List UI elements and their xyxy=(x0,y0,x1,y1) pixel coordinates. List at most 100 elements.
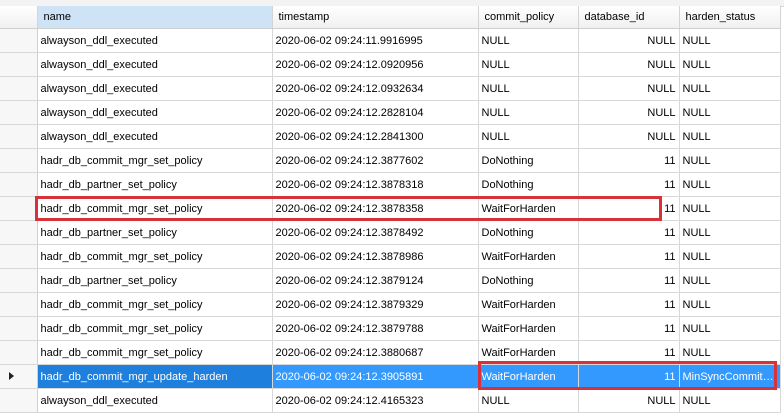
table-row[interactable]: hadr_db_commit_mgr_set_policy 2020-06-02 … xyxy=(0,244,781,269)
cell-commit-policy[interactable]: WaitForHarden xyxy=(478,364,579,389)
row-selector[interactable] xyxy=(0,316,38,341)
cell-database-id[interactable]: 11 xyxy=(578,172,680,197)
column-header-database-id[interactable]: database_id xyxy=(578,6,680,29)
cell-harden-status[interactable]: NULL xyxy=(679,244,781,269)
cell-timestamp[interactable]: 2020-06-02 09:24:12.3905891 xyxy=(272,364,479,389)
cell-name[interactable]: alwayson_ddl_executed xyxy=(37,52,273,77)
table-row[interactable]: hadr_db_commit_mgr_set_policy 2020-06-02 … xyxy=(0,316,781,341)
cell-name[interactable]: alwayson_ddl_executed xyxy=(37,124,273,149)
table-row[interactable]: alwayson_ddl_executed 2020-06-02 09:24:12… xyxy=(0,388,781,413)
select-all-corner[interactable] xyxy=(0,6,38,29)
cell-timestamp[interactable]: 2020-06-02 09:24:12.3877602 xyxy=(272,148,479,173)
cell-commit-policy[interactable]: NULL xyxy=(478,28,579,53)
cell-timestamp[interactable]: 2020-06-02 09:24:12.3878358 xyxy=(272,196,479,221)
cell-timestamp[interactable]: 2020-06-02 09:24:12.3879124 xyxy=(272,268,479,293)
cell-database-id[interactable]: 11 xyxy=(578,292,680,317)
table-row[interactable]: hadr_db_partner_set_policy 2020-06-02 09:… xyxy=(0,268,781,293)
cell-timestamp[interactable]: 2020-06-02 09:24:12.3879329 xyxy=(272,292,479,317)
row-selector[interactable] xyxy=(0,76,38,101)
cell-harden-status[interactable]: NULL xyxy=(679,388,781,413)
cell-name[interactable]: hadr_db_commit_mgr_set_policy xyxy=(37,316,273,341)
cell-commit-policy[interactable]: NULL xyxy=(478,76,579,101)
table-row[interactable]: hadr_db_commit_mgr_set_policy 2020-06-02 … xyxy=(0,292,781,317)
table-row[interactable]: hadr_db_commit_mgr_set_policy 2020-06-02 … xyxy=(0,148,781,173)
cell-name[interactable]: hadr_db_partner_set_policy xyxy=(37,172,273,197)
cell-harden-status[interactable]: NULL xyxy=(679,148,781,173)
cell-timestamp[interactable]: 2020-06-02 09:24:12.3879788 xyxy=(272,316,479,341)
row-selector[interactable] xyxy=(0,292,38,317)
cell-database-id[interactable]: 11 xyxy=(578,364,680,389)
cell-commit-policy[interactable]: WaitForHarden xyxy=(478,244,579,269)
column-header-name[interactable]: name xyxy=(37,6,273,29)
cell-harden-status[interactable]: NULL xyxy=(679,316,781,341)
column-header-harden-status[interactable]: harden_status xyxy=(679,6,781,29)
cell-commit-policy[interactable]: NULL xyxy=(478,52,579,77)
row-selector[interactable] xyxy=(0,196,38,221)
cell-timestamp[interactable]: 2020-06-02 09:24:12.4165323 xyxy=(272,388,479,413)
cell-database-id[interactable]: 11 xyxy=(578,196,680,221)
cell-timestamp[interactable]: 2020-06-02 09:24:12.3878492 xyxy=(272,220,479,245)
cell-commit-policy[interactable]: DoNothing xyxy=(478,172,579,197)
row-selector[interactable] xyxy=(0,340,38,365)
cell-database-id[interactable]: NULL xyxy=(578,124,680,149)
cell-harden-status[interactable]: NULL xyxy=(679,76,781,101)
cell-timestamp[interactable]: 2020-06-02 09:24:12.2828104 xyxy=(272,100,479,125)
cell-commit-policy[interactable]: WaitForHarden xyxy=(478,196,579,221)
cell-commit-policy[interactable]: WaitForHarden xyxy=(478,316,579,341)
cell-harden-status[interactable]: NULL xyxy=(679,52,781,77)
table-row[interactable]: hadr_db_partner_set_policy 2020-06-02 09:… xyxy=(0,172,781,197)
cell-timestamp[interactable]: 2020-06-02 09:24:12.0932634 xyxy=(272,76,479,101)
cell-database-id[interactable]: 11 xyxy=(578,148,680,173)
row-selector[interactable] xyxy=(0,268,38,293)
results-grid[interactable]: name timestamp commit_policy database_id… xyxy=(0,6,784,413)
cell-timestamp[interactable]: 2020-06-02 09:24:12.0920956 xyxy=(272,52,479,77)
cell-timestamp[interactable]: 2020-06-02 09:24:12.2841300 xyxy=(272,124,479,149)
cell-database-id[interactable]: 11 xyxy=(578,268,680,293)
cell-commit-policy[interactable]: DoNothing xyxy=(478,148,579,173)
row-selector[interactable] xyxy=(0,172,38,197)
cell-database-id[interactable]: 11 xyxy=(578,316,680,341)
cell-name[interactable]: hadr_db_commit_mgr_set_policy xyxy=(37,196,273,221)
cell-commit-policy[interactable]: NULL xyxy=(478,100,579,125)
table-row[interactable]: alwayson_ddl_executed 2020-06-02 09:24:12… xyxy=(0,76,781,101)
cell-harden-status[interactable]: NULL xyxy=(679,340,781,365)
row-selector[interactable] xyxy=(0,244,38,269)
table-row[interactable]: hadr_db_partner_set_policy 2020-06-02 09:… xyxy=(0,220,781,245)
cell-harden-status[interactable]: NULL xyxy=(679,220,781,245)
row-selector[interactable] xyxy=(0,364,38,389)
cell-name[interactable]: hadr_db_commit_mgr_set_policy xyxy=(37,292,273,317)
row-selector[interactable] xyxy=(0,52,38,77)
column-header-commit-policy[interactable]: commit_policy xyxy=(478,6,579,29)
table-row[interactable]: hadr_db_commit_mgr_set_policy 2020-06-02 … xyxy=(0,340,781,365)
cell-timestamp[interactable]: 2020-06-02 09:24:12.3880687 xyxy=(272,340,479,365)
table-row[interactable]: alwayson_ddl_executed 2020-06-02 09:24:11… xyxy=(0,28,781,53)
cell-database-id[interactable]: NULL xyxy=(578,388,680,413)
cell-harden-status[interactable]: NULL xyxy=(679,124,781,149)
cell-commit-policy[interactable]: DoNothing xyxy=(478,268,579,293)
cell-commit-policy[interactable]: DoNothing xyxy=(478,220,579,245)
row-selector[interactable] xyxy=(0,28,38,53)
cell-harden-status[interactable]: MinSyncCommitF... xyxy=(679,364,781,389)
cell-harden-status[interactable]: NULL xyxy=(679,292,781,317)
cell-harden-status[interactable]: NULL xyxy=(679,100,781,125)
cell-harden-status[interactable]: NULL xyxy=(679,28,781,53)
cell-commit-policy[interactable]: WaitForHarden xyxy=(478,340,579,365)
row-selector[interactable] xyxy=(0,100,38,125)
cell-harden-status[interactable]: NULL xyxy=(679,196,781,221)
row-selector[interactable] xyxy=(0,124,38,149)
cell-commit-policy[interactable]: NULL xyxy=(478,388,579,413)
cell-name[interactable]: alwayson_ddl_executed xyxy=(37,76,273,101)
cell-harden-status[interactable]: NULL xyxy=(679,268,781,293)
cell-timestamp[interactable]: 2020-06-02 09:24:12.3878318 xyxy=(272,172,479,197)
cell-database-id[interactable]: NULL xyxy=(578,52,680,77)
cell-name[interactable]: hadr_db_commit_mgr_set_policy xyxy=(37,148,273,173)
column-header-timestamp[interactable]: timestamp xyxy=(272,6,479,29)
cell-database-id[interactable]: NULL xyxy=(578,76,680,101)
row-selector[interactable] xyxy=(0,388,38,413)
cell-name[interactable]: hadr_db_commit_mgr_set_policy xyxy=(37,340,273,365)
cell-name[interactable]: hadr_db_partner_set_policy xyxy=(37,268,273,293)
cell-database-id[interactable]: NULL xyxy=(578,100,680,125)
table-row[interactable]: alwayson_ddl_executed 2020-06-02 09:24:12… xyxy=(0,100,781,125)
cell-name[interactable]: alwayson_ddl_executed xyxy=(37,388,273,413)
cell-name[interactable]: alwayson_ddl_executed xyxy=(37,28,273,53)
